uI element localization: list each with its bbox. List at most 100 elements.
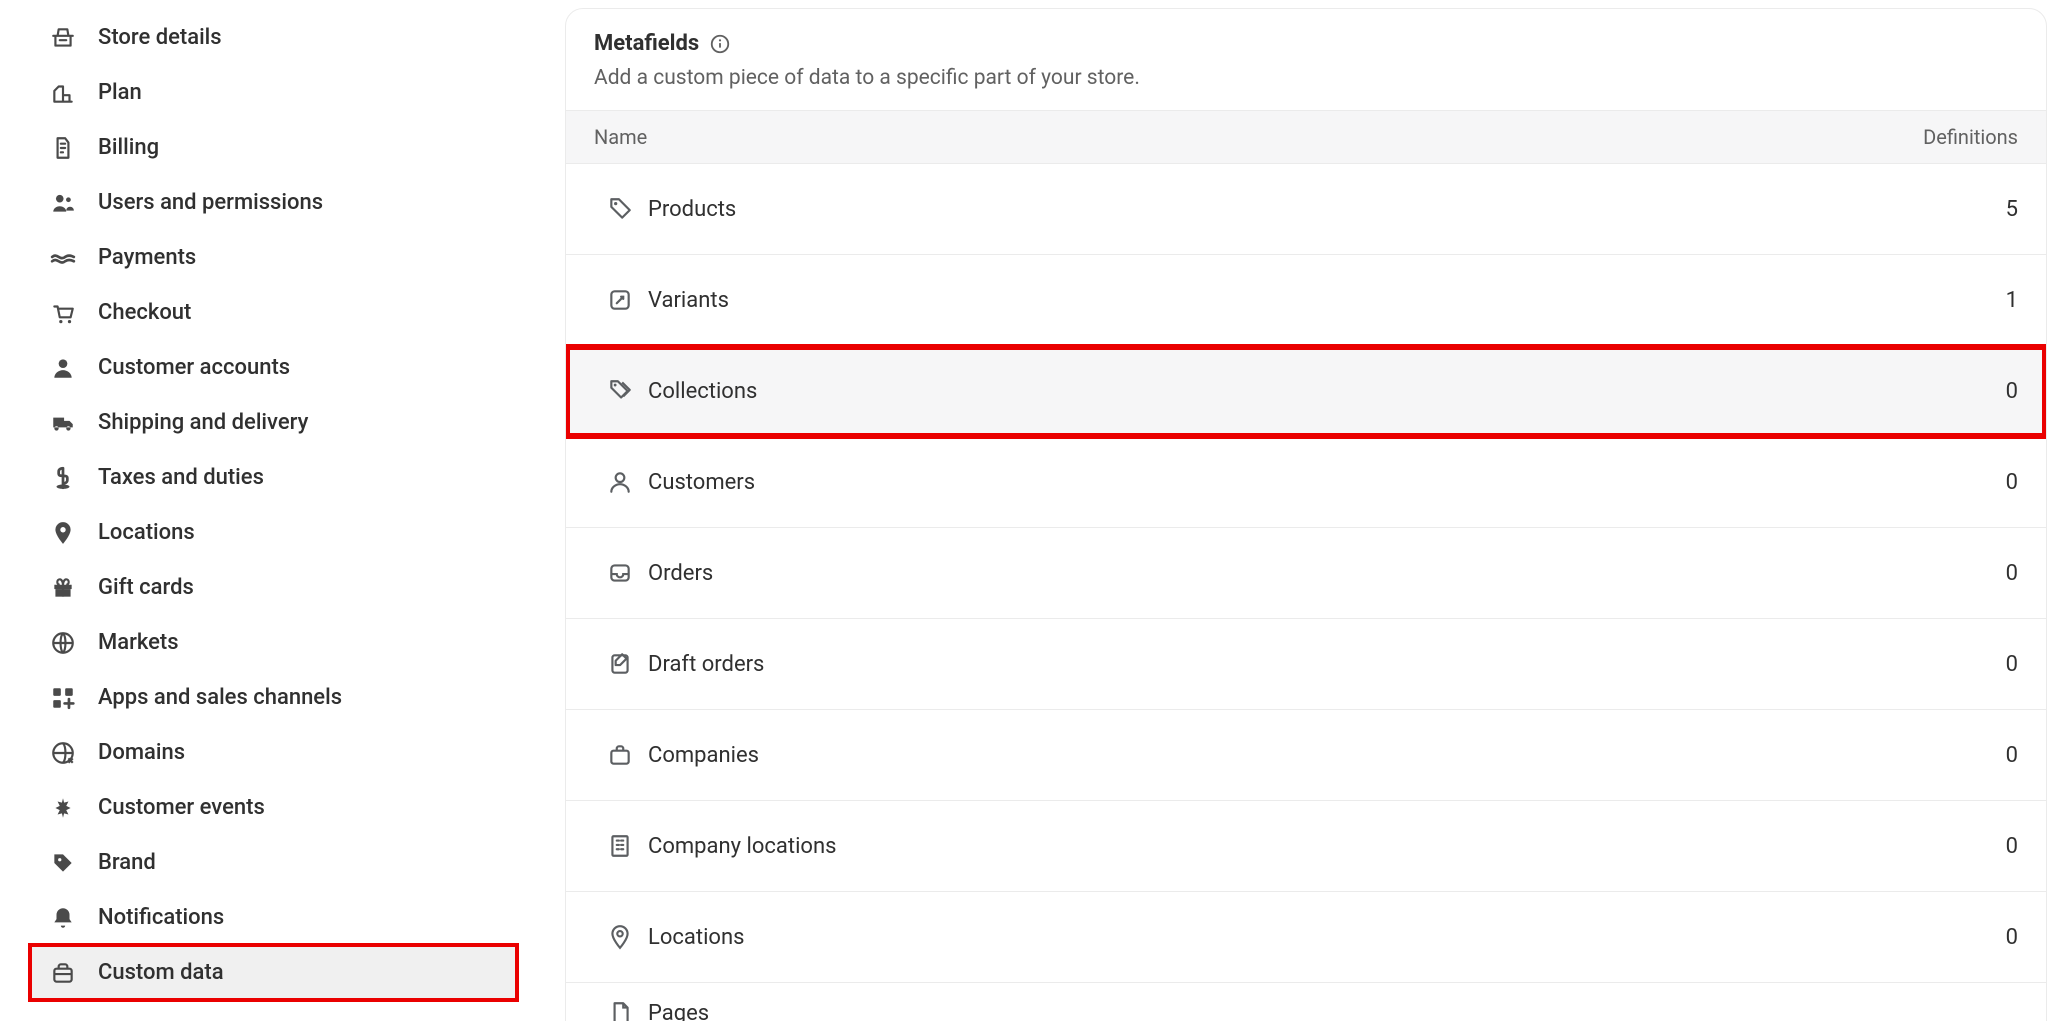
sidebar-item-label: Customer accounts: [98, 355, 290, 380]
sidebar-item-label: Apps and sales channels: [98, 685, 342, 710]
row-name: Orders: [648, 561, 2006, 586]
gift-icon: [48, 573, 78, 603]
row-name: Company locations: [648, 834, 2006, 859]
sidebar-item-shipping-and-delivery[interactable]: Shipping and delivery: [30, 395, 517, 450]
sidebar-item-label: Plan: [98, 80, 142, 105]
users-icon: [48, 188, 78, 218]
sidebar-item-plan[interactable]: Plan: [30, 65, 517, 120]
apps-icon: [48, 683, 78, 713]
info-icon[interactable]: [709, 33, 731, 55]
row-name: Variants: [648, 288, 2006, 313]
plan-icon: [48, 78, 78, 108]
domains-icon: [48, 738, 78, 768]
sidebar-item-brand[interactable]: Brand: [30, 835, 517, 890]
store-icon: [48, 23, 78, 53]
row-name: Collections: [648, 379, 2006, 404]
checkout-icon: [48, 298, 78, 328]
billing-icon: [48, 133, 78, 163]
metafield-row-companies[interactable]: Companies0: [566, 710, 2046, 801]
sidebar-item-taxes-and-duties[interactable]: Taxes and duties: [30, 450, 517, 505]
brand-icon: [48, 848, 78, 878]
sidebar-item-customer-events[interactable]: Customer events: [30, 780, 517, 835]
sidebar-item-label: Checkout: [98, 300, 191, 325]
sidebar-item-label: Taxes and duties: [98, 465, 264, 490]
sidebar-item-label: Locations: [98, 520, 195, 545]
sidebar-item-payments[interactable]: Payments: [30, 230, 517, 285]
row-count: 0: [2006, 834, 2020, 859]
metafield-row-locations[interactable]: Locations0: [566, 892, 2046, 983]
row-count: 1: [2006, 288, 2020, 313]
payments-icon: [48, 243, 78, 273]
card-title: Metafields: [594, 31, 699, 56]
globe-icon: [48, 628, 78, 658]
sidebar-item-label: Shipping and delivery: [98, 410, 308, 435]
customer-icon: [48, 353, 78, 383]
sidebar-item-label: Customer events: [98, 795, 265, 820]
variant-icon: [592, 287, 648, 313]
row-name: Companies: [648, 743, 2006, 768]
sidebar-item-label: Notifications: [98, 905, 224, 930]
row-count: 0: [2006, 743, 2020, 768]
sidebar-item-label: Brand: [98, 850, 156, 875]
sidebar-item-gift-cards[interactable]: Gift cards: [30, 560, 517, 615]
sidebar-item-locations[interactable]: Locations: [30, 505, 517, 560]
page-icon: [592, 1000, 648, 1021]
sidebar-item-domains[interactable]: Domains: [30, 725, 517, 780]
briefcase-icon: [592, 742, 648, 768]
card-header: Metafields Add a custom piece of data to…: [566, 9, 2046, 110]
sidebar-item-checkout[interactable]: Checkout: [30, 285, 517, 340]
sidebar-item-label: Domains: [98, 740, 185, 765]
sidebar-item-label: Billing: [98, 135, 159, 160]
metafield-row-orders[interactable]: Orders0: [566, 528, 2046, 619]
taxes-icon: [48, 463, 78, 493]
table-head: Name Definitions: [566, 110, 2046, 164]
sidebar-item-label: Store details: [98, 25, 222, 50]
row-count: 0: [2006, 925, 2020, 950]
sidebar-item-store-details[interactable]: Store details: [30, 10, 517, 65]
pin-icon: [48, 518, 78, 548]
sidebar-item-apps-and-sales-channels[interactable]: Apps and sales channels: [30, 670, 517, 725]
main-content: Metafields Add a custom piece of data to…: [525, 0, 2047, 1021]
sidebar-item-notifications[interactable]: Notifications: [30, 890, 517, 945]
metafields-card: Metafields Add a custom piece of data to…: [565, 8, 2047, 1021]
sidebar-item-customer-accounts[interactable]: Customer accounts: [30, 340, 517, 395]
card-subtitle: Add a custom piece of data to a specific…: [594, 66, 2018, 90]
sidebar-item-label: Markets: [98, 630, 179, 655]
metafield-row-customers[interactable]: Customers0: [566, 437, 2046, 528]
sidebar-item-billing[interactable]: Billing: [30, 120, 517, 175]
metafield-row-collections[interactable]: Collections0: [566, 346, 2046, 437]
events-icon: [48, 793, 78, 823]
row-count: 5: [2006, 197, 2020, 222]
metafield-row-draft-orders[interactable]: Draft orders0: [566, 619, 2046, 710]
tags-icon: [592, 378, 648, 404]
metafield-row-variants[interactable]: Variants1: [566, 255, 2046, 346]
row-name: Locations: [648, 925, 2006, 950]
inbox-icon: [592, 560, 648, 586]
draft-icon: [592, 651, 648, 677]
person-icon: [592, 469, 648, 495]
row-name: Draft orders: [648, 652, 2006, 677]
column-header-name: Name: [594, 125, 1923, 149]
row-count: 0: [2006, 379, 2020, 404]
sidebar-item-label: Custom data: [98, 960, 224, 985]
sidebar-item-markets[interactable]: Markets: [30, 615, 517, 670]
column-header-definitions: Definitions: [1923, 125, 2018, 149]
sidebar-item-users-and-permissions[interactable]: Users and permissions: [30, 175, 517, 230]
row-name: Pages: [648, 1001, 2020, 1021]
row-count: 0: [2006, 470, 2020, 495]
sidebar-item-label: Users and permissions: [98, 190, 323, 215]
sidebar-item-label: Payments: [98, 245, 196, 270]
tag-icon: [592, 196, 648, 222]
sidebar-item-custom-data[interactable]: Custom data: [30, 945, 517, 1000]
row-count: 0: [2006, 561, 2020, 586]
row-name: Products: [648, 197, 2006, 222]
pin-outline-icon: [592, 924, 648, 950]
metafield-row-products[interactable]: Products5: [566, 164, 2046, 255]
row-name: Customers: [648, 470, 2006, 495]
building-icon: [592, 833, 648, 859]
metafield-row-company-locations[interactable]: Company locations0: [566, 801, 2046, 892]
sidebar-item-label: Gift cards: [98, 575, 194, 600]
metafield-row-pages[interactable]: Pages: [566, 983, 2046, 1021]
shipping-icon: [48, 408, 78, 438]
settings-sidebar: Store details Plan Billing Users and permis…: [0, 0, 525, 1021]
